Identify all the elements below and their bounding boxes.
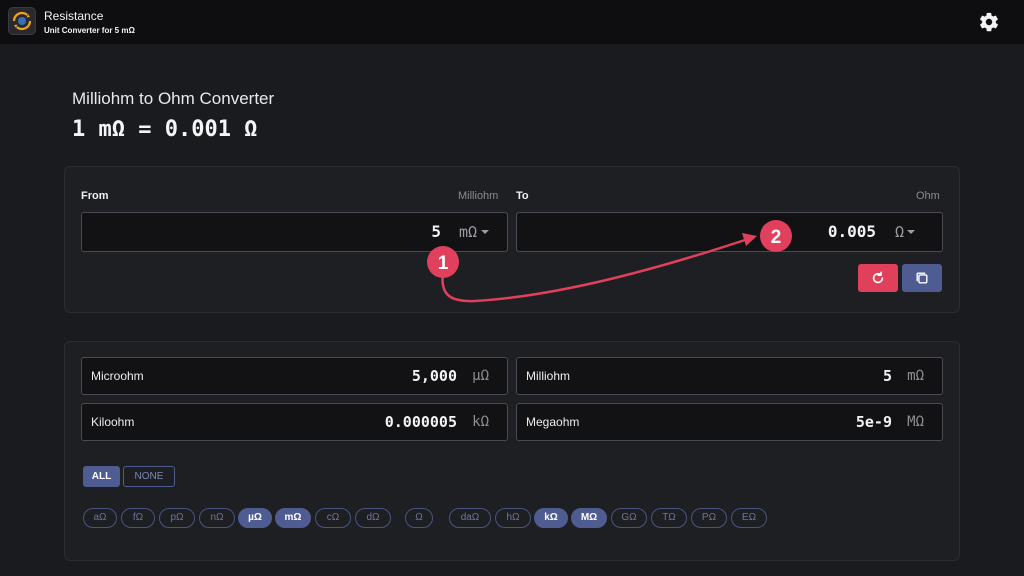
chevron-down-icon[interactable] xyxy=(907,230,915,234)
unit-chip-gigaohm[interactable]: GΩ xyxy=(611,508,647,528)
result-symbol: MΩ xyxy=(907,414,924,430)
result-symbol: µΩ xyxy=(472,368,489,384)
unit-chip-microohm[interactable]: µΩ xyxy=(238,508,272,528)
page-title: Milliohm to Ohm Converter xyxy=(72,89,275,108)
result-kiloohm[interactable]: Kiloohm 0.000005 kΩ xyxy=(81,403,508,441)
result-symbol: mΩ xyxy=(907,368,924,384)
from-input[interactable]: 5 mΩ xyxy=(81,212,508,252)
result-megaohm[interactable]: Megaohm 5e-9 MΩ xyxy=(516,403,943,441)
app-title: Resistance xyxy=(44,9,104,23)
gear-icon[interactable] xyxy=(978,11,1000,33)
unit-chip-deciohm[interactable]: dΩ xyxy=(355,508,391,528)
unit-chip-kiloohm[interactable]: kΩ xyxy=(534,508,568,528)
result-value: 5e-9 xyxy=(855,413,892,431)
to-unit-select[interactable]: Ω xyxy=(895,213,904,251)
unit-chip-megaohm[interactable]: MΩ xyxy=(571,508,607,528)
result-value: 5,000 xyxy=(411,367,457,385)
chevron-down-icon[interactable] xyxy=(481,230,489,234)
result-value: 0.000005 xyxy=(384,413,457,431)
from-unit-select[interactable]: mΩ xyxy=(459,213,477,251)
result-unit-name: Milliohm xyxy=(526,369,571,383)
select-none-button[interactable]: NONE xyxy=(123,466,175,487)
to-label: To xyxy=(516,190,529,202)
unit-chip-femtoohm[interactable]: fΩ xyxy=(121,508,155,528)
result-unit-name: Kiloohm xyxy=(91,415,135,429)
unit-chip-milliohm[interactable]: mΩ xyxy=(275,508,311,528)
result-microohm[interactable]: Microohm 5,000 µΩ xyxy=(81,357,508,395)
result-symbol: kΩ xyxy=(472,414,489,430)
result-unit-name: Microohm xyxy=(91,369,144,383)
refresh-icon xyxy=(872,271,884,284)
unit-chip-ohm[interactable]: Ω xyxy=(405,508,433,528)
unit-chip-attoohm[interactable]: aΩ xyxy=(83,508,117,528)
reset-button[interactable] xyxy=(858,264,898,292)
unit-chip-nanoohm[interactable]: nΩ xyxy=(199,508,235,528)
app-header: Resistance Unit Converter for 5 mΩ xyxy=(0,0,1024,44)
app-subtitle: Unit Converter for 5 mΩ xyxy=(44,26,135,35)
unit-chip-decaohm[interactable]: daΩ xyxy=(449,508,491,528)
to-unit-name: Ohm xyxy=(916,190,940,202)
copy-icon xyxy=(916,272,928,284)
select-all-button[interactable]: ALL xyxy=(83,466,120,487)
to-input[interactable]: 0.005 Ω xyxy=(516,212,943,252)
result-value: 5 xyxy=(882,367,892,385)
result-unit-name: Megaohm xyxy=(526,415,580,429)
result-milliohm[interactable]: Milliohm 5 mΩ xyxy=(516,357,943,395)
conversion-formula: 1 mΩ = 0.001 Ω xyxy=(72,117,258,142)
unit-chip-hectoohm[interactable]: hΩ xyxy=(495,508,531,528)
from-label: From xyxy=(81,190,109,202)
from-value: 5 xyxy=(431,222,441,241)
unit-chip-picoohm[interactable]: pΩ xyxy=(159,508,195,528)
unit-chip-exaohm[interactable]: EΩ xyxy=(731,508,767,528)
unit-chip-teraohm[interactable]: TΩ xyxy=(651,508,687,528)
unit-chip-centiohm[interactable]: cΩ xyxy=(315,508,351,528)
to-value: 0.005 xyxy=(827,222,876,241)
unit-chip-petaohm[interactable]: PΩ xyxy=(691,508,727,528)
app-logo-icon xyxy=(8,7,36,35)
copy-button[interactable] xyxy=(902,264,942,292)
from-unit-name: Milliohm xyxy=(458,190,499,202)
